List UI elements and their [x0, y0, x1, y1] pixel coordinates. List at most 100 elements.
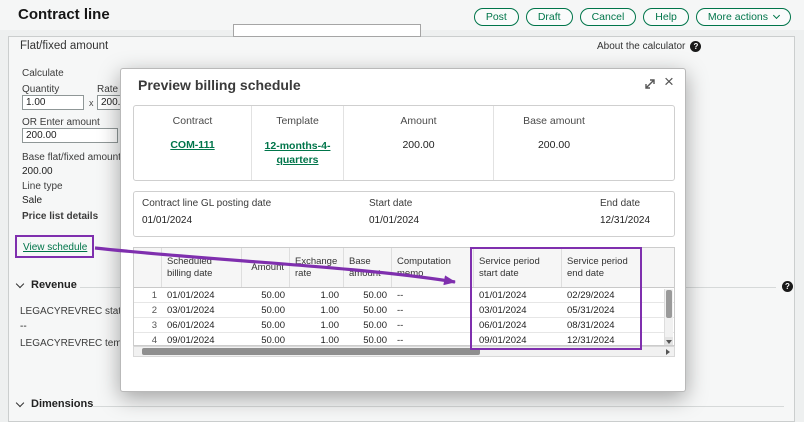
- table-header-row: Scheduled billing date Amount Exchange r…: [134, 248, 674, 288]
- base-amount-cell: 50.00: [344, 303, 392, 317]
- about-calculator-link[interactable]: About the calculator ?: [597, 41, 701, 52]
- amount-label: Amount: [344, 115, 493, 127]
- summary-base-amount: Base amount 200.00: [494, 106, 614, 180]
- billing-schedule-table: Scheduled billing date Amount Exchange r…: [133, 247, 675, 346]
- horizontal-scrollbar[interactable]: [133, 346, 675, 357]
- service-period-end-cell: 08/31/2024: [562, 318, 642, 332]
- base-amount-cell: 50.00: [344, 333, 392, 346]
- service-period-start-cell: 09/01/2024: [474, 333, 562, 346]
- summary-template: Template 12-months-4-quarters: [252, 106, 344, 180]
- dimensions-section-title: Dimensions: [31, 398, 93, 410]
- summary-card: Contract COM-111 Template 12-months-4-qu…: [133, 105, 675, 181]
- legacyrevrec-status-value: --: [20, 321, 27, 332]
- quantity-input[interactable]: [22, 95, 84, 110]
- billing-date-cell: 03/01/2024: [162, 303, 242, 317]
- contract-line-page: Contract line Post Draft Cancel Help Mor…: [0, 0, 804, 422]
- scroll-right-button[interactable]: [663, 348, 673, 355]
- table-row: 3 06/01/2024 50.00 1.00 50.00 -- 06/01/2…: [134, 318, 674, 333]
- help-icon[interactable]: ?: [690, 41, 701, 52]
- end-date-label: End date: [600, 198, 650, 209]
- amount-cell: 50.00: [242, 303, 290, 317]
- computation-memo-cell: --: [392, 288, 474, 302]
- gl-posting-date-value: 01/01/2024: [142, 215, 271, 226]
- summary-amount: Amount 200.00: [344, 106, 494, 180]
- draft-button[interactable]: Draft: [526, 8, 573, 26]
- revenue-section-header[interactable]: Revenue: [17, 279, 77, 291]
- end-date-group: End date 12/31/2024: [600, 198, 650, 226]
- table-row: 1 01/01/2024 50.00 1.00 50.00 -- 01/01/2…: [134, 288, 674, 303]
- base-amount-cell: 50.00: [344, 318, 392, 332]
- computation-memo-header: Computation memo: [392, 248, 474, 287]
- base-amount-cell: 50.00: [344, 288, 392, 302]
- vertical-scrollbar[interactable]: [664, 289, 673, 346]
- chevron-down-icon: [16, 279, 24, 287]
- base-amount-header: Base amount: [344, 248, 392, 287]
- multiply-symbol: x: [89, 98, 94, 108]
- action-buttons: Post Draft Cancel Help More actions: [474, 8, 791, 26]
- service-period-end-cell: 02/29/2024: [562, 288, 642, 302]
- quantity-label: Quantity: [22, 84, 59, 95]
- billing-date-header: Scheduled billing date: [162, 248, 242, 287]
- line-type-label: Line type: [22, 181, 63, 192]
- about-calculator-label: About the calculator: [597, 41, 685, 52]
- dates-card: Contract line GL posting date 01/01/2024…: [133, 191, 675, 237]
- scroll-down-button[interactable]: [665, 337, 673, 346]
- template-link[interactable]: 12-months-4-quarters: [258, 139, 338, 167]
- table-row: 2 03/01/2024 50.00 1.00 50.00 -- 03/01/2…: [134, 303, 674, 318]
- vertical-scrollbar-thumb[interactable]: [666, 290, 672, 318]
- base-amount-value: 200.00: [494, 139, 614, 151]
- exchange-rate-cell: 1.00: [290, 288, 344, 302]
- billing-date-cell: 09/01/2024: [162, 333, 242, 346]
- preview-billing-schedule-modal: Preview billing schedule × Contract COM-…: [120, 68, 686, 392]
- close-icon[interactable]: ×: [664, 72, 674, 92]
- service-period-end-cell: 05/31/2024: [562, 303, 642, 317]
- cancel-button[interactable]: Cancel: [580, 8, 637, 26]
- amount-cell: 50.00: [242, 288, 290, 302]
- post-button[interactable]: Post: [474, 8, 519, 26]
- section-divider: [92, 406, 784, 407]
- service-period-start-cell: 01/01/2024: [474, 288, 562, 302]
- service-period-start-cell: 06/01/2024: [474, 318, 562, 332]
- base-amount-label: Base amount: [494, 115, 614, 127]
- contract-label: Contract: [134, 115, 251, 127]
- view-schedule-link[interactable]: View schedule: [23, 242, 87, 253]
- enter-amount-input[interactable]: [22, 128, 118, 143]
- more-actions-button[interactable]: More actions: [696, 8, 791, 26]
- calculate-label: Calculate: [22, 68, 64, 79]
- modal-title: Preview billing schedule: [138, 77, 301, 93]
- row-number: 3: [134, 318, 162, 332]
- page-title: Contract line: [18, 6, 110, 23]
- service-period-start-header: Service period start date: [474, 248, 562, 287]
- help-button[interactable]: Help: [643, 8, 689, 26]
- contract-link[interactable]: COM-111: [134, 139, 251, 151]
- revenue-section-title: Revenue: [31, 279, 77, 291]
- triangle-down-icon: [666, 340, 672, 344]
- start-date-label: Start date: [369, 198, 419, 209]
- exchange-rate-cell: 1.00: [290, 333, 344, 346]
- summary-contract: Contract COM-111: [134, 106, 252, 180]
- amount-cell: 50.00: [242, 333, 290, 346]
- legacyrevrec-status-label: LEGACYREVREC status: [20, 306, 132, 317]
- row-number: 4: [134, 333, 162, 346]
- expand-icon[interactable]: [643, 77, 657, 91]
- billing-date-cell: 01/01/2024: [162, 288, 242, 302]
- row-number-header: [134, 248, 162, 287]
- service-period-end-header: Service period end date: [562, 248, 642, 287]
- amount-cell: 50.00: [242, 318, 290, 332]
- computation-memo-cell: --: [392, 333, 474, 346]
- rate-label: Rate: [97, 84, 118, 95]
- amount-value: 200.00: [344, 139, 493, 151]
- exchange-rate-cell: 1.00: [290, 303, 344, 317]
- start-date-group: Start date 01/01/2024: [369, 198, 419, 226]
- revenue-help-icon[interactable]: ?: [782, 281, 793, 292]
- gl-posting-date-label: Contract line GL posting date: [142, 198, 271, 209]
- dimensions-section-header[interactable]: Dimensions: [17, 398, 93, 410]
- base-amount-value: 200.00: [22, 166, 53, 177]
- horizontal-scrollbar-thumb[interactable]: [142, 348, 480, 355]
- truncated-field[interactable]: [233, 24, 421, 37]
- end-date-value: 12/31/2024: [600, 215, 650, 226]
- row-number: 1: [134, 288, 162, 302]
- chevron-down-icon: [16, 398, 24, 406]
- chevron-down-icon: [773, 12, 780, 19]
- flat-fixed-amount-title: Flat/fixed amount: [20, 40, 108, 52]
